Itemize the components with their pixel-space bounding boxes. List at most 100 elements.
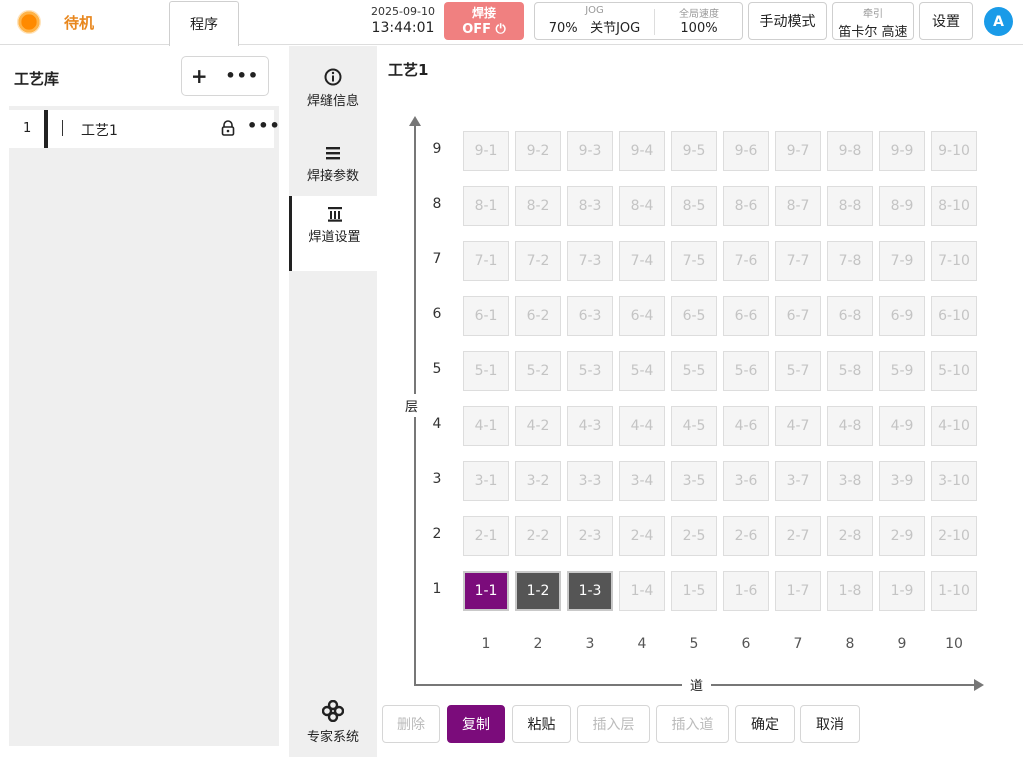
pass-cell[interactable]: 5-8 <box>827 351 873 391</box>
pass-cell[interactable]: 1-1 <box>463 571 509 611</box>
pass-cell[interactable]: 2-3 <box>567 516 613 556</box>
pass-cell[interactable]: 1-9 <box>879 571 925 611</box>
pass-cell[interactable]: 8-7 <box>775 186 821 226</box>
pass-cell[interactable]: 1-6 <box>723 571 769 611</box>
pass-cell[interactable]: 6-8 <box>827 296 873 336</box>
pass-cell[interactable]: 2-1 <box>463 516 509 556</box>
pass-cell[interactable]: 5-4 <box>619 351 665 391</box>
pass-cell[interactable]: 8-4 <box>619 186 665 226</box>
paste-button[interactable]: 粘贴 <box>512 705 571 743</box>
insert-layer-button[interactable]: 插入层 <box>577 705 650 743</box>
pass-cell[interactable]: 4-7 <box>775 406 821 446</box>
pass-cell[interactable]: 5-10 <box>931 351 977 391</box>
pass-cell[interactable]: 1-8 <box>827 571 873 611</box>
pass-cell[interactable]: 9-4 <box>619 131 665 171</box>
copy-button[interactable]: 复制 <box>447 705 505 743</box>
pass-cell[interactable]: 2-8 <box>827 516 873 556</box>
pass-cell[interactable]: 8-3 <box>567 186 613 226</box>
pass-cell[interactable]: 3-9 <box>879 461 925 501</box>
plus-icon[interactable]: + <box>191 66 208 86</box>
pass-cell[interactable]: 2-9 <box>879 516 925 556</box>
pass-cell[interactable]: 3-7 <box>775 461 821 501</box>
pass-cell[interactable]: 6-9 <box>879 296 925 336</box>
pass-cell[interactable]: 9-10 <box>931 131 977 171</box>
nav-item-pass-settings[interactable]: 焊道设置 <box>289 196 377 271</box>
pass-cell[interactable]: 9-8 <box>827 131 873 171</box>
pass-cell[interactable]: 7-1 <box>463 241 509 281</box>
pass-cell[interactable]: 6-3 <box>567 296 613 336</box>
tab-program[interactable]: 程序 <box>169 1 239 46</box>
pass-cell[interactable]: 8-9 <box>879 186 925 226</box>
pass-cell[interactable]: 8-8 <box>827 186 873 226</box>
more-icon[interactable]: ••• <box>225 68 259 84</box>
pass-cell[interactable]: 5-3 <box>567 351 613 391</box>
pass-cell[interactable]: 9-2 <box>515 131 561 171</box>
settings-button[interactable]: 设置 <box>919 2 973 40</box>
pass-cell[interactable]: 7-8 <box>827 241 873 281</box>
pass-cell[interactable]: 4-9 <box>879 406 925 446</box>
pass-cell[interactable]: 2-6 <box>723 516 769 556</box>
pass-cell[interactable]: 7-3 <box>567 241 613 281</box>
pass-cell[interactable]: 7-2 <box>515 241 561 281</box>
weld-toggle-button[interactable]: 焊接 OFF ⏻ <box>444 2 524 40</box>
pass-cell[interactable]: 4-4 <box>619 406 665 446</box>
lock-icon[interactable] <box>221 120 235 136</box>
pass-cell[interactable]: 6-1 <box>463 296 509 336</box>
pass-cell[interactable]: 9-7 <box>775 131 821 171</box>
pass-cell[interactable]: 1-10 <box>931 571 977 611</box>
pass-cell[interactable]: 1-7 <box>775 571 821 611</box>
jog-speed-panel[interactable]: JOG 70% 关节JOG 全局速度 100% <box>534 2 743 40</box>
item-more-icon[interactable]: ••• <box>247 116 281 135</box>
pass-cell[interactable]: 3-4 <box>619 461 665 501</box>
nav-item-weld-info[interactable]: 焊缝信息 <box>289 60 377 135</box>
pass-cell[interactable]: 9-3 <box>567 131 613 171</box>
pass-cell[interactable]: 8-10 <box>931 186 977 226</box>
insert-pass-button[interactable]: 插入道 <box>656 705 729 743</box>
pass-cell[interactable]: 8-6 <box>723 186 769 226</box>
pass-cell[interactable]: 9-5 <box>671 131 717 171</box>
pass-cell[interactable]: 3-2 <box>515 461 561 501</box>
pass-cell[interactable]: 1-4 <box>619 571 665 611</box>
list-item[interactable]: 1 工艺1 ••• <box>9 110 280 148</box>
pass-cell[interactable]: 5-6 <box>723 351 769 391</box>
pass-cell[interactable]: 6-10 <box>931 296 977 336</box>
pass-cell[interactable]: 8-1 <box>463 186 509 226</box>
pass-cell[interactable]: 2-10 <box>931 516 977 556</box>
pass-cell[interactable]: 8-5 <box>671 186 717 226</box>
pass-cell[interactable]: 5-1 <box>463 351 509 391</box>
traction-button[interactable]: 牵引 笛卡尔 高速 <box>832 2 914 40</box>
pass-cell[interactable]: 2-7 <box>775 516 821 556</box>
pass-cell[interactable]: 7-9 <box>879 241 925 281</box>
pass-cell[interactable]: 3-1 <box>463 461 509 501</box>
pass-cell[interactable]: 4-5 <box>671 406 717 446</box>
manual-mode-button[interactable]: 手动模式 <box>748 2 827 40</box>
pass-cell[interactable]: 3-5 <box>671 461 717 501</box>
pass-cell[interactable]: 5-7 <box>775 351 821 391</box>
pass-cell[interactable]: 7-6 <box>723 241 769 281</box>
pass-cell[interactable]: 9-6 <box>723 131 769 171</box>
confirm-button[interactable]: 确定 <box>735 705 795 743</box>
pass-cell[interactable]: 1-3 <box>567 571 613 611</box>
pass-cell[interactable]: 2-5 <box>671 516 717 556</box>
pass-cell[interactable]: 4-1 <box>463 406 509 446</box>
pass-cell[interactable]: 3-3 <box>567 461 613 501</box>
pass-cell[interactable]: 6-4 <box>619 296 665 336</box>
pass-cell[interactable]: 9-1 <box>463 131 509 171</box>
pass-cell[interactable]: 8-2 <box>515 186 561 226</box>
pass-cell[interactable]: 4-10 <box>931 406 977 446</box>
pass-cell[interactable]: 7-4 <box>619 241 665 281</box>
pass-cell[interactable]: 1-2 <box>515 571 561 611</box>
delete-button[interactable]: 删除 <box>382 705 440 743</box>
pass-cell[interactable]: 5-2 <box>515 351 561 391</box>
pass-cell[interactable]: 6-6 <box>723 296 769 336</box>
pass-cell[interactable]: 6-2 <box>515 296 561 336</box>
pass-cell[interactable]: 4-3 <box>567 406 613 446</box>
pass-cell[interactable]: 5-9 <box>879 351 925 391</box>
pass-cell[interactable]: 4-6 <box>723 406 769 446</box>
avatar[interactable]: A <box>984 7 1013 36</box>
pass-cell[interactable]: 4-8 <box>827 406 873 446</box>
pass-cell[interactable]: 6-7 <box>775 296 821 336</box>
pass-cell[interactable]: 7-10 <box>931 241 977 281</box>
pass-cell[interactable]: 9-9 <box>879 131 925 171</box>
pass-cell[interactable]: 4-2 <box>515 406 561 446</box>
